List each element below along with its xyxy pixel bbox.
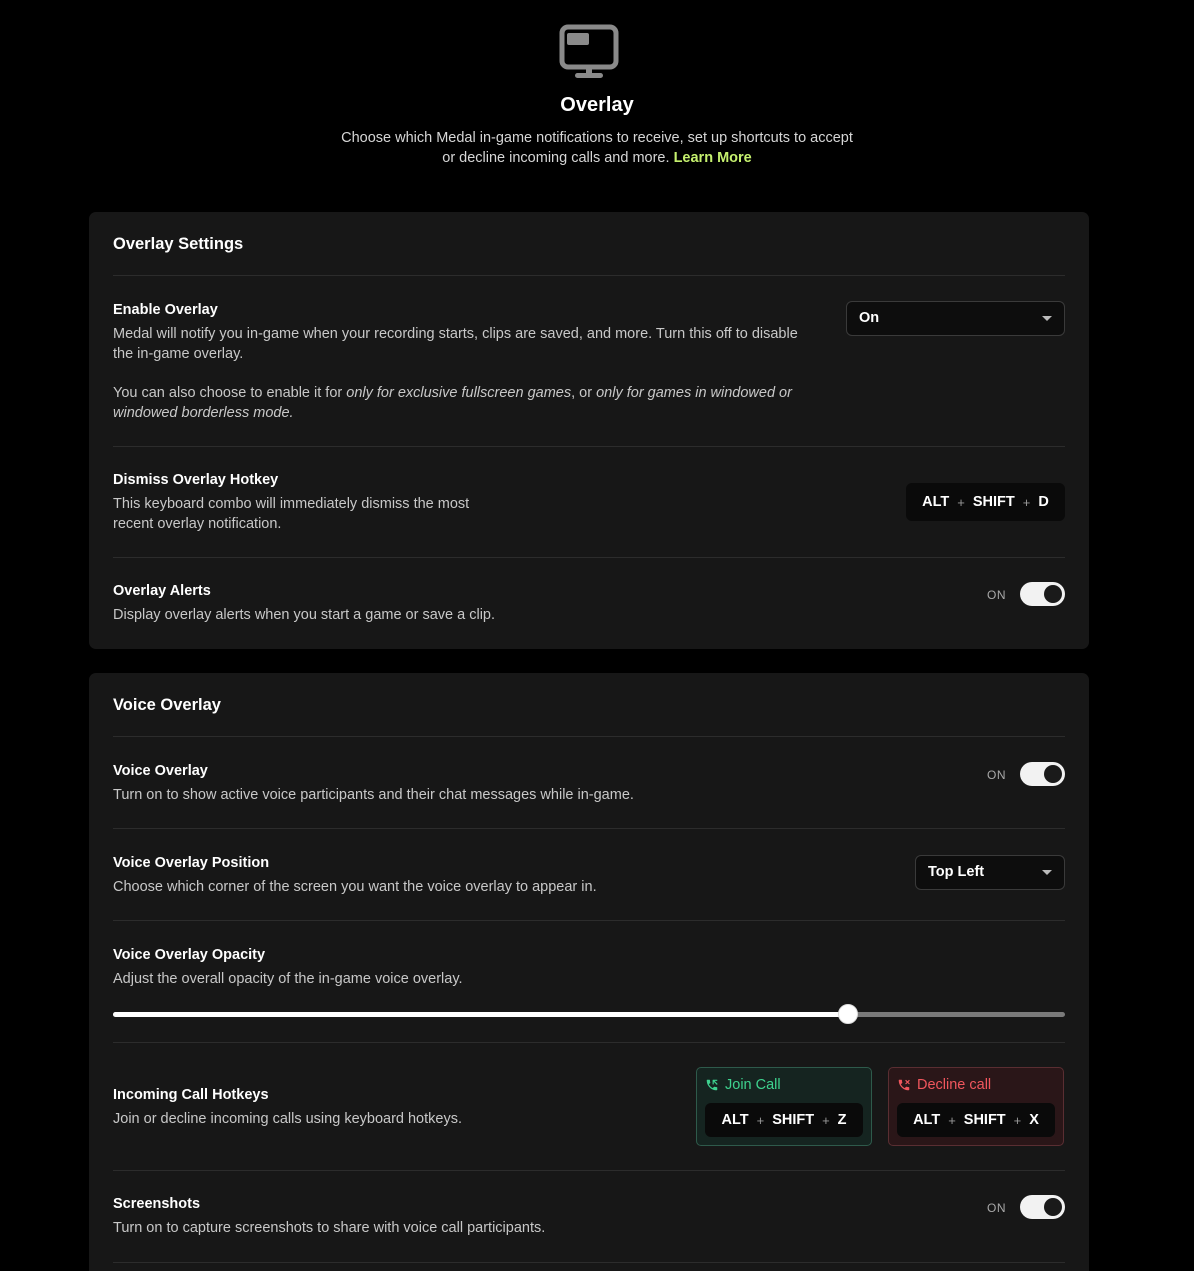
plus-separator: + [948, 1112, 956, 1128]
dismiss-hotkey-title: Dismiss Overlay Hotkey [113, 472, 279, 488]
voice-overlay-title: Voice Overlay [113, 763, 208, 779]
key-x: X [1029, 1112, 1039, 1128]
plus-separator: + [822, 1112, 830, 1128]
call-hotkeys-description: Join or decline incoming calls using key… [113, 1111, 462, 1127]
toggle-knob [1044, 765, 1062, 783]
voice-overlay-toggle[interactable] [1020, 762, 1065, 786]
voice-position-title: Voice Overlay Position [113, 855, 270, 871]
plus-separator: + [1013, 1112, 1022, 1128]
slider-fill [113, 1012, 848, 1017]
overlay-settings-panel: Overlay Settings Enable Overlay Medal wi… [89, 212, 1089, 649]
overlay-alerts-toggle[interactable] [1020, 582, 1065, 606]
call-hotkeys-title: Incoming Call Hotkeys [113, 1087, 269, 1103]
enable-overlay-title: Enable Overlay [113, 302, 218, 318]
voice-position-description: Choose which corner of the screen you wa… [113, 879, 597, 895]
enable-overlay-select[interactable]: On [846, 301, 1065, 336]
page-description: Choose which Medal in-game notifications… [337, 128, 857, 168]
plus-separator: + [957, 494, 965, 510]
divider [113, 446, 1065, 447]
voice-opacity-description: Adjust the overall opacity of the in-gam… [113, 971, 463, 987]
toggle-state-label: ON [987, 588, 1006, 602]
divider [113, 275, 1065, 276]
page-title: Overlay [560, 94, 634, 116]
voice-position-select[interactable]: Top Left [915, 855, 1065, 890]
divider [113, 557, 1065, 558]
decline-call-hotkey-input[interactable]: ALT + SHIFT + X [897, 1103, 1055, 1137]
divider [113, 1170, 1065, 1171]
join-call-hotkey-box: Join Call ALT + SHIFT + Z [696, 1067, 872, 1146]
join-call-label: Join Call [705, 1077, 781, 1093]
dismiss-hotkey-description: This keyboard combo will immediately dis… [113, 496, 470, 532]
enable-overlay-description: Medal will notify you in-game when your … [113, 326, 798, 362]
chevron-down-icon [1042, 870, 1052, 875]
key-shift: SHIFT [972, 494, 1015, 510]
decline-call-label: Decline call [897, 1077, 991, 1093]
divider [113, 920, 1065, 921]
enable-overlay-note: You can also choose to enable it for onl… [113, 385, 792, 421]
screenshots-description: Turn on to capture screenshots to share … [113, 1220, 546, 1236]
key-shift: SHIFT [963, 1112, 1006, 1128]
key-shift: SHIFT [772, 1112, 815, 1128]
join-call-text: Join Call [725, 1077, 781, 1093]
plus-separator: + [756, 1112, 765, 1128]
panel-title: Overlay Settings [113, 235, 244, 253]
key-alt: ALT [922, 494, 950, 510]
chevron-down-icon [1042, 316, 1052, 321]
voice-opacity-slider[interactable] [113, 1004, 1065, 1024]
phone-icon [706, 1079, 718, 1091]
join-call-hotkey-input[interactable]: ALT + SHIFT + Z [705, 1103, 863, 1137]
screenshots-toggle[interactable] [1020, 1195, 1065, 1219]
toggle-knob [1044, 1198, 1062, 1216]
phone-hangup-icon [898, 1079, 910, 1091]
key-z: Z [837, 1112, 847, 1128]
divider [113, 736, 1065, 737]
key-alt: ALT [721, 1112, 749, 1128]
plus-separator: + [1022, 494, 1031, 510]
dismiss-hotkey-input[interactable]: ALT + SHIFT + D [906, 483, 1065, 521]
key-alt: ALT [913, 1112, 941, 1128]
decline-call-hotkey-box: Decline call ALT + SHIFT + X [888, 1067, 1064, 1146]
voice-overlay-description: Turn on to show active voice participant… [113, 787, 634, 803]
key-d: D [1038, 494, 1049, 510]
toggle-knob [1044, 585, 1062, 603]
screenshots-title: Screenshots [113, 1196, 201, 1212]
decline-call-text: Decline call [917, 1077, 992, 1093]
divider [113, 1042, 1065, 1043]
overlay-alerts-description: Display overlay alerts when you start a … [113, 607, 496, 623]
page-description-text: Choose which Medal in-game notifications… [341, 130, 853, 166]
learn-more-link[interactable]: Learn More [674, 150, 752, 166]
monitor-icon [559, 24, 619, 78]
divider [113, 828, 1065, 829]
divider [113, 1262, 1065, 1263]
slider-thumb[interactable] [837, 1004, 858, 1024]
toggle-state-label: ON [987, 1201, 1006, 1215]
select-value: On [859, 310, 880, 326]
toggle-state-label: ON [987, 768, 1006, 782]
voice-opacity-title: Voice Overlay Opacity [113, 947, 266, 963]
panel-title: Voice Overlay [113, 696, 221, 714]
voice-overlay-panel: Voice Overlay Voice Overlay Turn on to s… [89, 673, 1089, 1271]
select-value: Top Left [928, 864, 985, 880]
overlay-alerts-title: Overlay Alerts [113, 583, 211, 599]
